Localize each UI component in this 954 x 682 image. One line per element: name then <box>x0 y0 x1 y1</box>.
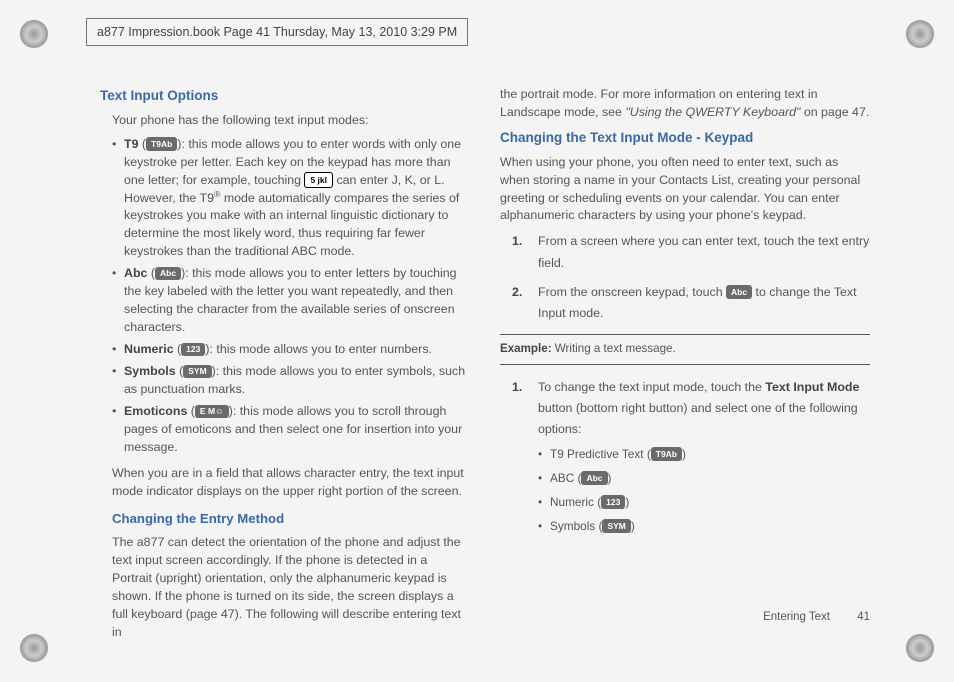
text-run: From the onscreen keypad, touch <box>538 285 726 299</box>
example-text: Writing a text message. <box>552 342 676 355</box>
heading-changing-keypad: Changing the Text Input Mode - Keypad <box>500 128 870 148</box>
opt-label: ABC ( <box>550 471 581 485</box>
t9ab-icon: T9Ab <box>146 137 177 151</box>
heading-text-input-options: Text Input Options <box>100 86 470 106</box>
mode-item-symbols: Symbols (SYM): this mode allows you to e… <box>112 363 470 399</box>
page-body: Text Input Options Your phone has the fo… <box>100 86 870 626</box>
numeric-123-icon: 123 <box>181 343 205 357</box>
mode-label: Abc <box>124 266 147 280</box>
mode-desc: : this mode allows you to enter numbers. <box>210 342 432 356</box>
opt-close: ) <box>631 519 635 533</box>
opt-label: Symbols ( <box>550 519 602 533</box>
opt-close: ) <box>682 447 686 461</box>
page-footer: Entering Text 41 <box>763 609 870 626</box>
option-numeric: Numeric (123) <box>538 492 870 512</box>
step-item: To change the text input mode, touch the… <box>512 377 870 536</box>
example-label: Example: <box>500 342 552 355</box>
keypad-para: When using your phone, you often need to… <box>500 154 870 226</box>
numeric-123-icon: 123 <box>601 495 625 509</box>
opt-label: Numeric ( <box>550 495 601 509</box>
abc-icon: Abc <box>155 267 181 281</box>
entry-method-para: The a877 can detect the orientation of t… <box>112 534 470 642</box>
opt-close: ) <box>608 471 612 485</box>
mode-item-numeric: Numeric (123): this mode allows you to e… <box>112 341 470 359</box>
input-mode-list: T9 (T9Ab): this mode allows you to enter… <box>112 136 470 458</box>
text-run: To change the text input mode, touch the <box>538 380 765 394</box>
option-t9: T9 Predictive Text (T9Ab) <box>538 444 870 464</box>
example-box: Example: Writing a text message. <box>500 334 870 365</box>
mode-label: Numeric <box>124 342 174 356</box>
text-run: button (bottom right button) and select … <box>538 401 858 436</box>
sym-icon: SYM <box>183 365 211 379</box>
steps-list-a: From a screen where you can enter text, … <box>512 231 870 323</box>
opt-close: ) <box>625 495 629 509</box>
step-item: From a screen where you can enter text, … <box>512 231 870 273</box>
mode-label: Emoticons <box>124 404 187 418</box>
option-symbols: Symbols (SYM) <box>538 516 870 536</box>
indicator-note: When you are in a field that allows char… <box>112 465 470 501</box>
crop-mark-header: a877 Impression.book Page 41 Thursday, M… <box>86 18 468 46</box>
opt-label: T9 Predictive Text ( <box>550 447 651 461</box>
footer-page-number: 41 <box>857 611 870 623</box>
intro-text: Your phone has the following text input … <box>112 112 470 130</box>
steps-list-b: To change the text input mode, touch the… <box>512 377 870 536</box>
mode-item-t9: T9 (T9Ab): this mode allows you to enter… <box>112 136 470 262</box>
option-abc: ABC (Abc) <box>538 468 870 488</box>
option-list: T9 Predictive Text (T9Ab) ABC (Abc) Nume… <box>538 444 870 536</box>
mode-label: T9 <box>124 137 138 151</box>
column-right: the portrait mode. For more information … <box>500 86 870 626</box>
abc-icon: Abc <box>581 471 607 485</box>
emoticon-icon: E M☺ <box>195 405 229 419</box>
sym-icon: SYM <box>602 519 630 533</box>
step-item: From the onscreen keypad, touch Abc to c… <box>512 282 870 324</box>
footer-section: Entering Text <box>763 611 830 623</box>
ornament-icon <box>20 634 48 662</box>
ornament-icon <box>20 20 48 48</box>
ornament-icon <box>906 634 934 662</box>
mode-label: Symbols <box>124 364 176 378</box>
mode-desc: : this mode allows you to enter symbols,… <box>124 364 465 396</box>
text-run: on page 47. <box>800 105 869 119</box>
column-left: Text Input Options Your phone has the fo… <box>100 86 470 626</box>
mode-item-emoticons: Emoticons (E M☺): this mode allows you t… <box>112 403 470 457</box>
t9ab-icon: T9Ab <box>651 447 682 461</box>
ornament-icon <box>906 20 934 48</box>
text-input-mode-button-ref: Text Input Mode <box>765 380 859 394</box>
keypad-5jkl-icon: 5 jkl <box>304 172 333 188</box>
continued-para: the portrait mode. For more information … <box>500 86 870 122</box>
abc-icon: Abc <box>726 285 752 299</box>
cross-ref-link: "Using the QWERTY Keyboard" <box>625 105 800 119</box>
mode-item-abc: Abc (Abc): this mode allows you to enter… <box>112 265 470 337</box>
heading-changing-entry: Changing the Entry Method <box>112 509 470 528</box>
